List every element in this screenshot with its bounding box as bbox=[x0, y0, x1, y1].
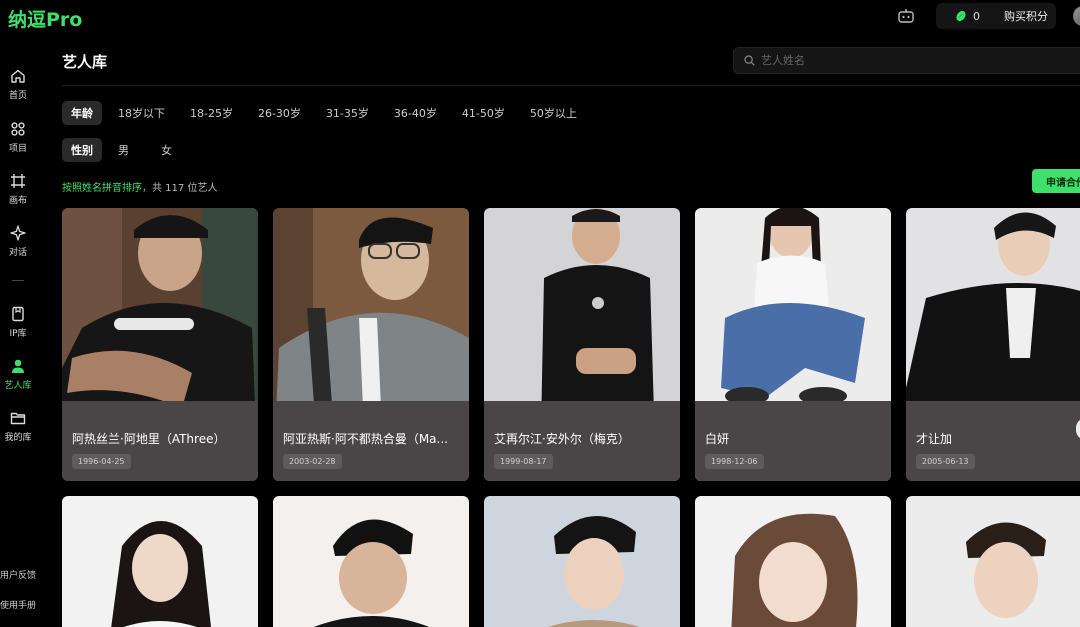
age-option[interactable]: 18岁以下 bbox=[109, 101, 174, 125]
artist-card[interactable] bbox=[273, 496, 469, 627]
sidebar-item-label: 项目 bbox=[8, 144, 27, 154]
apply-cooperation-button[interactable]: 申请合作 bbox=[1032, 169, 1080, 193]
sort-summary: 按照姓名拼音排序，共 117 位艺人 bbox=[62, 179, 217, 194]
bookmark-icon bbox=[12, 306, 24, 322]
points-count: 0 bbox=[973, 9, 980, 23]
age-option[interactable]: 36-40岁 bbox=[385, 101, 446, 125]
age-filter-label[interactable]: 年龄 bbox=[62, 101, 102, 125]
artist-grid: 阿热丝兰·阿地里（AThree） 1996-04-25 阿亚热斯·阿不都热合曼（… bbox=[62, 208, 1080, 627]
sort-label: 按照姓名拼音排序， bbox=[62, 183, 152, 194]
sidebar-item-label: 首页 bbox=[8, 91, 27, 101]
age-option[interactable]: 31-35岁 bbox=[317, 101, 378, 125]
page-title: 艺人库 bbox=[62, 53, 108, 71]
artist-count: 共 117 位艺人 bbox=[152, 183, 218, 194]
gender-option[interactable]: 女 bbox=[152, 138, 181, 162]
sidebar-item-projects[interactable]: 项目 bbox=[0, 121, 36, 154]
sidebar-item-label: 艺人库 bbox=[4, 381, 32, 391]
user-avatar[interactable] bbox=[1073, 6, 1080, 26]
artist-card[interactable]: 白妍 1998-12-06 bbox=[695, 208, 891, 481]
sidebar-divider bbox=[12, 280, 24, 281]
artist-card[interactable]: 才让加 2005-06-13 bbox=[906, 208, 1080, 481]
artist-card[interactable] bbox=[62, 496, 258, 627]
grid-icon bbox=[11, 122, 25, 136]
manual-link[interactable]: 使用手册 bbox=[0, 598, 36, 611]
artist-photo bbox=[484, 496, 680, 627]
artist-card[interactable]: 阿亚热斯·阿不都热合曼（Ma... 2003-02-28 bbox=[273, 208, 469, 481]
artist-birthdate: 2003-02-28 bbox=[283, 454, 342, 469]
home-icon bbox=[11, 69, 25, 83]
sidebar-item-canvas[interactable]: 画布 bbox=[0, 173, 36, 206]
person-icon bbox=[12, 359, 24, 373]
search-box[interactable] bbox=[733, 47, 1080, 74]
artist-birthdate: 2005-06-13 bbox=[916, 454, 975, 469]
sidebar-item-label: 我的库 bbox=[4, 433, 32, 443]
artist-name: 阿亚热斯·阿不都热合曼（Ma... bbox=[283, 432, 448, 446]
artist-card[interactable] bbox=[906, 496, 1080, 627]
sidebar-item-label: 对话 bbox=[8, 248, 27, 258]
artist-card[interactable]: 艾再尔江·安外尔（梅克） 1999-08-17 bbox=[484, 208, 680, 481]
sidebar-item-home[interactable]: 首页 bbox=[0, 68, 36, 101]
header-divider bbox=[62, 85, 1080, 86]
buy-points-button[interactable]: 购买积分 bbox=[1004, 8, 1048, 24]
artist-name: 白妍 bbox=[705, 432, 730, 446]
folder-icon bbox=[10, 412, 26, 425]
artist-birthdate: 1998-12-06 bbox=[705, 454, 764, 469]
artist-photo bbox=[695, 496, 891, 627]
artist-card[interactable]: 阿热丝兰·阿地里（AThree） 1996-04-25 bbox=[62, 208, 258, 481]
sparkle-icon bbox=[10, 225, 26, 241]
sidebar-item-label: IP库 bbox=[9, 329, 27, 339]
sidebar-item-chat[interactable]: 对话 bbox=[0, 225, 36, 258]
search-icon bbox=[744, 55, 755, 66]
gender-filter: 性别 男 女 bbox=[62, 138, 188, 162]
sidebar-item-ip-library[interactable]: IP库 bbox=[0, 306, 36, 339]
app-logo[interactable]: 纳逗Pro bbox=[8, 5, 82, 32]
artist-name: 才让加 bbox=[916, 432, 953, 446]
age-option[interactable]: 41-50岁 bbox=[453, 101, 514, 125]
artist-birthdate: 1996-04-25 bbox=[72, 454, 131, 469]
artist-card[interactable] bbox=[484, 496, 680, 627]
sidebar-item-artists[interactable]: 艺人库 bbox=[0, 358, 36, 391]
artist-name: 阿热丝兰·阿地里（AThree） bbox=[72, 432, 226, 446]
search-input[interactable] bbox=[761, 54, 1061, 67]
age-option[interactable]: 50岁以上 bbox=[521, 101, 586, 125]
gender-option[interactable]: 男 bbox=[109, 138, 138, 162]
sidebar-item-my-library[interactable]: 我的库 bbox=[0, 410, 36, 443]
artist-photo bbox=[62, 496, 258, 627]
artist-name: 艾再尔江·安外尔（梅克） bbox=[494, 432, 630, 446]
sidebar-item-label: 画布 bbox=[8, 196, 27, 206]
canvas-icon bbox=[11, 174, 25, 188]
age-option[interactable]: 26-30岁 bbox=[249, 101, 310, 125]
bean-icon bbox=[956, 10, 966, 22]
artist-card[interactable] bbox=[695, 496, 891, 627]
feedback-link[interactable]: 用户反馈 bbox=[0, 568, 36, 581]
robot-icon[interactable] bbox=[897, 8, 915, 24]
artist-birthdate: 1999-08-17 bbox=[494, 454, 553, 469]
points-widget[interactable]: 0 购买积分 bbox=[936, 3, 1056, 29]
age-filter: 年龄 18岁以下 18-25岁 26-30岁 31-35岁 36-40岁 41-… bbox=[62, 101, 593, 125]
artist-photo bbox=[906, 496, 1080, 627]
gender-filter-label[interactable]: 性别 bbox=[62, 138, 102, 162]
artist-photo bbox=[273, 496, 469, 627]
age-option[interactable]: 18-25岁 bbox=[181, 101, 242, 125]
